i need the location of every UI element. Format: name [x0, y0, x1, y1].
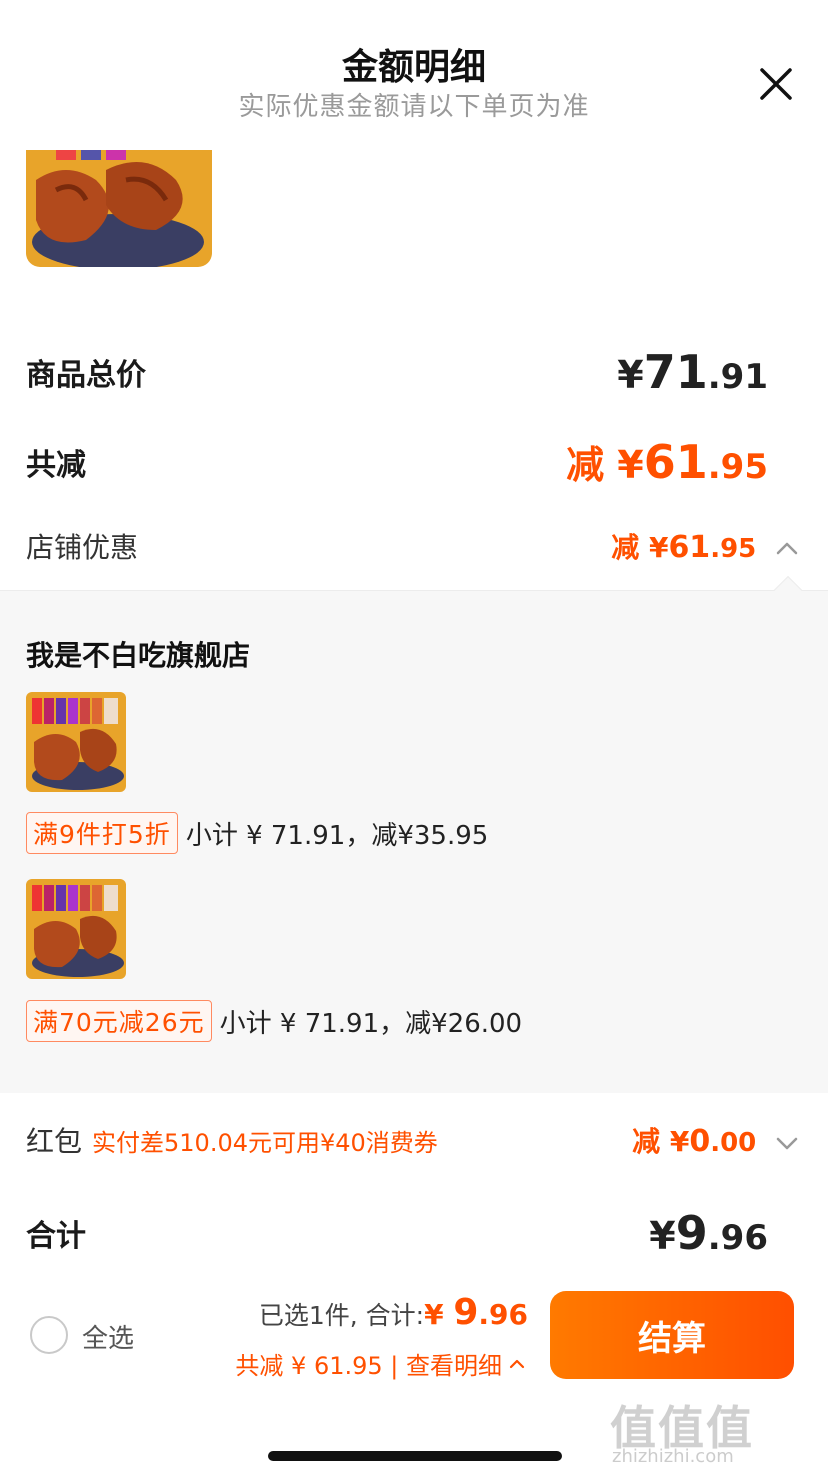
watermark-url: zhizhizhi.com: [612, 1446, 734, 1467]
total-reduce-row: 共减 减 ¥61.95: [26, 434, 802, 489]
chevron-down-icon[interactable]: [772, 1128, 802, 1158]
close-icon[interactable]: [756, 64, 796, 104]
goods-total-label: 商品总价: [26, 358, 146, 393]
shop-discount-row[interactable]: 店铺优惠 减 ¥61.95: [26, 526, 802, 566]
modal-title: 金额明细: [341, 47, 486, 88]
select-all-checkbox[interactable]: [30, 1316, 68, 1354]
promo-product-thumb-1: [26, 692, 126, 792]
shop-discount-label: 店铺优惠: [26, 531, 139, 564]
shop-name: 我是不白吃旗舰店: [26, 639, 251, 672]
total-price: ¥9.96: [649, 1206, 768, 1260]
goods-total-price: ¥71.91: [617, 345, 768, 399]
chevron-up-icon: [509, 1359, 525, 1368]
total-reduce-price: 减 ¥61.95: [566, 435, 768, 489]
promo-product-thumb-2: [26, 879, 126, 979]
modal-header: 金额明细 实际优惠金额请以下单页为准: [0, 0, 828, 150]
view-detail-link[interactable]: 共减 ¥ 61.95 | 查看明细: [235, 1346, 528, 1381]
goods-total-row: 商品总价 ¥71.91: [26, 345, 802, 399]
hongbao-note: 实付差510.04元可用¥40消费券: [92, 1128, 438, 1157]
total-reduce-label: 共减: [26, 447, 86, 483]
promo-tag: 满9件打5折: [26, 812, 178, 854]
home-indicator[interactable]: [268, 1451, 562, 1461]
select-all-label[interactable]: 全选: [82, 1318, 134, 1355]
promo-line-2: 满70元减26元 小计 ¥ 71.91，减¥26.00: [26, 1000, 522, 1042]
total-row: 合计 ¥9.96: [26, 1206, 802, 1260]
promo-tag: 满70元减26元: [26, 1000, 212, 1042]
shop-discount-price[interactable]: 减 ¥61.95: [611, 526, 802, 566]
promo-subtotal: 小计 ¥ 71.91，减¥26.00: [219, 1008, 523, 1039]
hongbao-price[interactable]: 减 ¥0.00: [632, 1120, 802, 1160]
modal-subtitle: 实际优惠金额请以下单页为准: [238, 92, 590, 122]
total-label: 合计: [26, 1219, 86, 1254]
promo-subtotal: 小计 ¥ 71.91，减¥35.95: [185, 820, 489, 851]
selected-summary: 已选1件, 合计:¥ 9.96: [258, 1292, 528, 1333]
hongbao-row[interactable]: 红包 实付差510.04元可用¥40消费券 减 ¥0.00: [26, 1120, 802, 1160]
hongbao-label: 红包: [26, 1125, 83, 1158]
checkout-button[interactable]: 结算: [550, 1291, 794, 1379]
chevron-up-icon[interactable]: [772, 534, 802, 564]
product-image: [26, 150, 212, 267]
promo-line-1: 满9件打5折 小计 ¥ 71.91，减¥35.95: [26, 812, 488, 854]
